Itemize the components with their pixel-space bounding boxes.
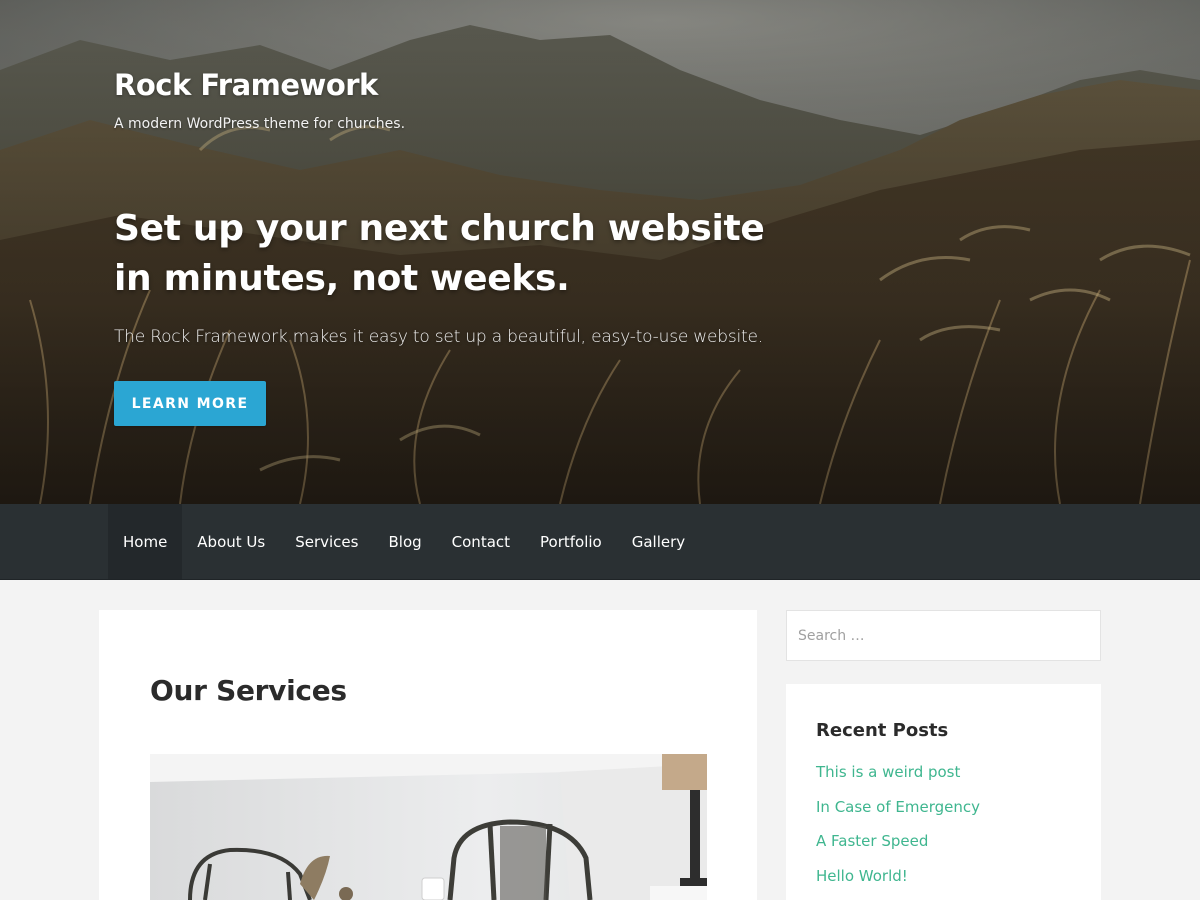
recent-post-link[interactable]: In Case of Emergency — [816, 798, 980, 833]
main-content-card: Our Services — [99, 610, 757, 900]
featured-image — [150, 754, 707, 900]
recent-post-link[interactable]: This is a weird post — [816, 763, 980, 798]
nav-item-blog[interactable]: Blog — [373, 504, 436, 579]
nav-menu: Home About Us Services Blog Contact Port… — [108, 504, 700, 579]
recent-posts-list: This is a weird post In Case of Emergenc… — [816, 763, 980, 900]
nav-item-home[interactable]: Home — [108, 504, 183, 579]
hero-banner: Rock Framework A modern WordPress theme … — [0, 0, 1200, 504]
learn-more-button[interactable]: LEARN MORE — [114, 381, 266, 426]
site-title[interactable]: Rock Framework — [114, 68, 378, 102]
chairs-table-photo — [150, 754, 707, 900]
nav-item-about-us[interactable]: About Us — [182, 504, 280, 579]
main-navigation: Home About Us Services Blog Contact Port… — [0, 504, 1200, 580]
nav-item-gallery[interactable]: Gallery — [617, 504, 700, 579]
recent-post-link[interactable]: A Faster Speed — [816, 832, 980, 867]
recent-post-link[interactable]: Hello World! — [816, 867, 980, 900]
nav-item-services[interactable]: Services — [280, 504, 373, 579]
hero-text: The Rock Framework makes it easy to set … — [114, 327, 763, 347]
hero-heading: Set up your next church website in minut… — [114, 208, 765, 299]
site-tagline: A modern WordPress theme for churches. — [114, 116, 406, 132]
recent-posts-widget: Recent Posts This is a weird post In Cas… — [786, 684, 1101, 900]
page-title: Our Services — [150, 674, 347, 707]
widget-title: Recent Posts — [816, 720, 949, 741]
nav-item-contact[interactable]: Contact — [437, 504, 525, 579]
nav-item-portfolio[interactable]: Portfolio — [525, 504, 617, 579]
search-input[interactable] — [786, 610, 1101, 661]
